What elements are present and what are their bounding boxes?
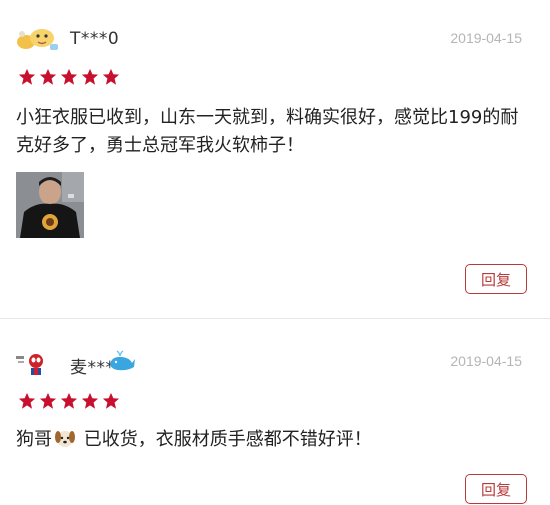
star-icon <box>81 392 99 409</box>
review-text-part: 狗哥 <box>16 429 52 450</box>
star-icon <box>102 392 120 409</box>
whale-icon <box>110 350 135 371</box>
star-rating <box>18 68 120 86</box>
star-icon <box>60 392 78 409</box>
star-icon <box>39 68 57 85</box>
dog-face-icon <box>54 427 76 449</box>
star-icon <box>81 68 99 85</box>
star-icon <box>18 392 36 409</box>
reply-button[interactable]: 回复 <box>465 264 527 294</box>
review-item: 麦*** 2019-04-15 狗哥 已收货，衣服材质手感都不错好评！ 回复 <box>0 320 550 504</box>
star-icon <box>102 68 120 85</box>
star-icon <box>39 392 57 409</box>
divider <box>0 318 550 319</box>
review-photo[interactable] <box>16 172 84 238</box>
review-text: 狗哥 已收货，衣服材质手感都不错好评！ <box>16 426 536 454</box>
star-rating <box>18 392 120 410</box>
review-photo-image <box>16 172 84 238</box>
review-item: T***0 2019-04-15 小狂衣服已收到，山东一天就到，料确实很好，感觉… <box>0 0 550 318</box>
user-avatar[interactable] <box>14 348 60 378</box>
review-date: 2019-04-15 <box>450 30 522 46</box>
reply-button[interactable]: 回复 <box>465 474 527 504</box>
review-text-part: 已收货，衣服材质手感都不错好评！ <box>78 429 372 450</box>
star-icon <box>60 68 78 85</box>
review-date: 2019-04-15 <box>450 353 522 369</box>
username: T***0 <box>70 29 120 49</box>
cartoon-character-icon <box>17 29 58 50</box>
user-badge <box>108 350 136 372</box>
review-text: 小狂衣服已收到，山东一天就到，料确实很好，感觉比199的耐克好多了，勇士总冠军我… <box>16 107 519 156</box>
star-icon <box>18 68 36 85</box>
spiderman-icon <box>16 354 43 375</box>
user-avatar[interactable] <box>14 24 60 54</box>
